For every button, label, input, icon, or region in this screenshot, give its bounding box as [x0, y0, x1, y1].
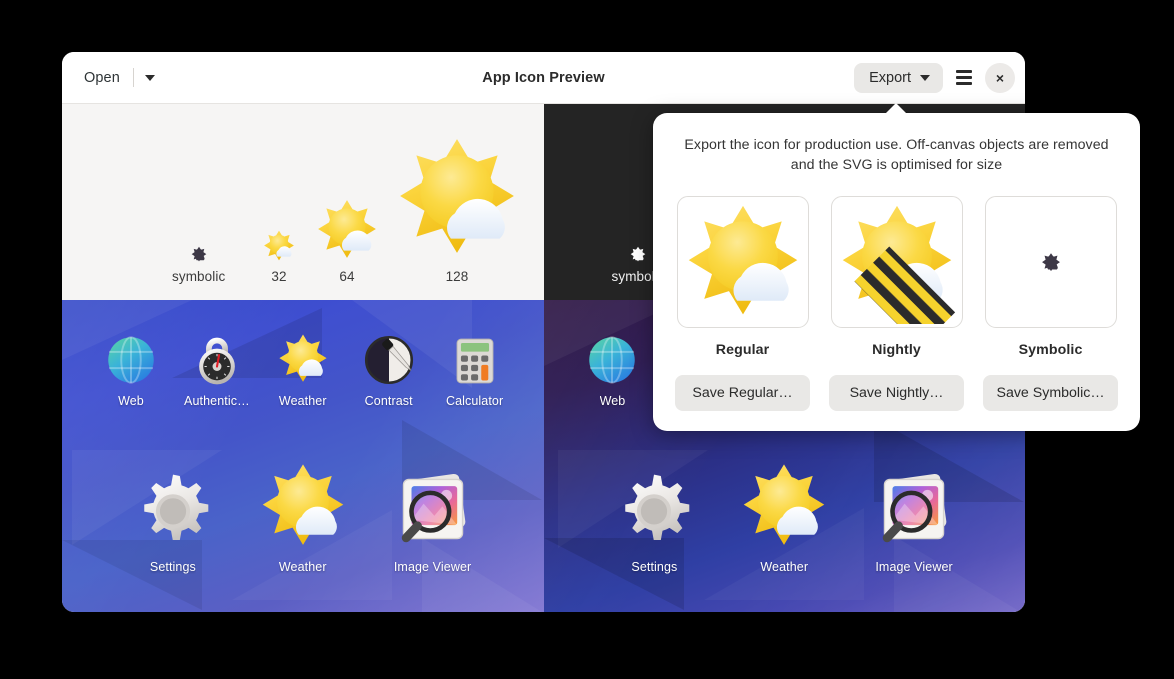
contrast-eyedropper-icon [363, 334, 415, 386]
desktop-row-1: Web Authentic… Weather [62, 332, 544, 408]
desktop-app-label: Settings [149, 560, 196, 574]
settings-gear-icon [131, 468, 215, 552]
close-icon: × [995, 69, 1005, 86]
light-theme-pane: symbolic 32 64 128 Web Authentic… Weathe… [62, 104, 544, 612]
size-preview-32[interactable]: 32 [262, 229, 296, 284]
image-viewer-icon [871, 466, 957, 552]
weather-icon [392, 133, 522, 263]
regular-preview-tile[interactable] [676, 195, 809, 328]
export-variant-columns: Regular Save Regular… Nightly Save Night… [675, 195, 1118, 411]
authenticator-padlock-icon [191, 334, 243, 386]
desktop-app-label: Weather [760, 560, 809, 574]
desktop-app-weather[interactable]: Weather [260, 332, 346, 408]
export-variant-symbolic: Symbolic Save Symbolic… [983, 195, 1118, 411]
desktop-app-label: Image Viewer [393, 560, 472, 574]
hamburger-menu-icon [956, 70, 972, 85]
desktop-app-weather-large[interactable]: Weather [238, 460, 368, 574]
nightly-preview-tile[interactable] [830, 195, 963, 328]
save-symbolic-button[interactable]: Save Symbolic… [983, 374, 1118, 411]
desktop-app-label: Calculator [445, 394, 504, 408]
export-variant-nightly: Nightly Save Nightly… [829, 195, 964, 411]
desktop-app-image-viewer[interactable]: Image Viewer [849, 466, 979, 574]
weather-icon [257, 460, 349, 552]
desktop-app-label: Web [118, 394, 144, 408]
desktop-app-settings[interactable]: Settings [590, 468, 720, 574]
desktop-app-label: Authentic… [184, 394, 250, 408]
web-globe-icon [586, 334, 638, 386]
size-preview-symbolic[interactable]: symbolic [172, 245, 225, 284]
size-preview-label: 32 [271, 269, 287, 284]
export-popover-description: Export the icon for production use. Off-… [684, 137, 1109, 174]
export-button[interactable]: Export [854, 62, 943, 93]
desktop-app-contrast[interactable]: Contrast [346, 334, 432, 408]
desktop-app-label: Web [599, 394, 626, 408]
desktop-app-label: Contrast [364, 394, 413, 408]
calculator-icon [450, 336, 500, 386]
image-viewer-icon [390, 466, 476, 552]
headerbar-left-group: Open [72, 64, 165, 92]
symbolic-weather-icon [1041, 252, 1060, 271]
desktop-app-label: Settings [631, 560, 678, 574]
weather-icon [738, 460, 830, 552]
desktop-app-image-viewer[interactable]: Image Viewer [368, 466, 498, 574]
desktop-row-2: Settings Weather Image Viewer [62, 460, 544, 574]
size-preview-64[interactable]: 64 [314, 197, 380, 284]
regular-tile-label: Regular [715, 341, 770, 358]
symbolic-weather-icon [629, 245, 647, 263]
desktop-app-label: Weather [278, 394, 327, 408]
symbolic-preview-tile[interactable] [984, 195, 1117, 328]
size-preview-128[interactable]: 128 [392, 133, 522, 284]
settings-gear-icon [612, 468, 696, 552]
desktop-app-label: Image Viewer [875, 560, 953, 574]
desktop-app-authenticator[interactable]: Authentic… [174, 334, 260, 408]
desktop-app-label: Weather [278, 560, 327, 574]
desktop-app-settings[interactable]: Settings [108, 468, 238, 574]
size-preview-label: 128 [445, 269, 469, 284]
open-button[interactable]: Open [72, 64, 132, 92]
export-popover: Export the icon for production use. Off-… [653, 103, 1140, 431]
weather-icon [688, 205, 797, 314]
desktop-app-web[interactable]: Web [570, 334, 656, 408]
desktop-row-2: Settings Weather Image Viewer [544, 460, 1026, 574]
weather-icon-nightly-striped [842, 205, 955, 324]
chevron-down-icon [920, 74, 930, 81]
save-regular-button[interactable]: Save Regular… [675, 374, 810, 411]
symbolic-weather-icon [190, 245, 208, 263]
export-variant-regular: Regular Save Regular… [675, 195, 810, 411]
close-window-button[interactable]: × [985, 62, 1015, 93]
size-preview-label: symbolic [172, 269, 226, 284]
desktop-app-calculator[interactable]: Calculator [432, 336, 518, 408]
desktop-app-weather-large[interactable]: Weather [719, 460, 849, 574]
open-split-separator [132, 68, 134, 87]
weather-icon [276, 332, 330, 386]
open-dropdown-button[interactable] [135, 69, 165, 87]
web-globe-icon [105, 334, 157, 386]
nightly-tile-label: Nightly [872, 341, 921, 358]
chevron-down-icon [144, 74, 155, 81]
save-nightly-button[interactable]: Save Nightly… [829, 374, 964, 411]
size-preview-label: 64 [339, 269, 355, 284]
weather-icon [314, 197, 380, 263]
desktop-app-web[interactable]: Web [88, 334, 174, 408]
popover-tail [885, 103, 907, 114]
symbolic-tile-label: Symbolic [1018, 341, 1083, 358]
weather-icon [262, 229, 296, 263]
light-desktop-wallpaper: Web Authentic… Weather Contrast Calculat… [62, 300, 544, 612]
headerbar: Open App Icon Preview Export × [62, 52, 1025, 104]
light-size-preview-strip: symbolic 32 64 128 [62, 104, 544, 300]
headerbar-right-group: Export × [854, 62, 1015, 93]
main-menu-button[interactable] [949, 63, 979, 93]
export-button-label: Export [869, 69, 911, 86]
